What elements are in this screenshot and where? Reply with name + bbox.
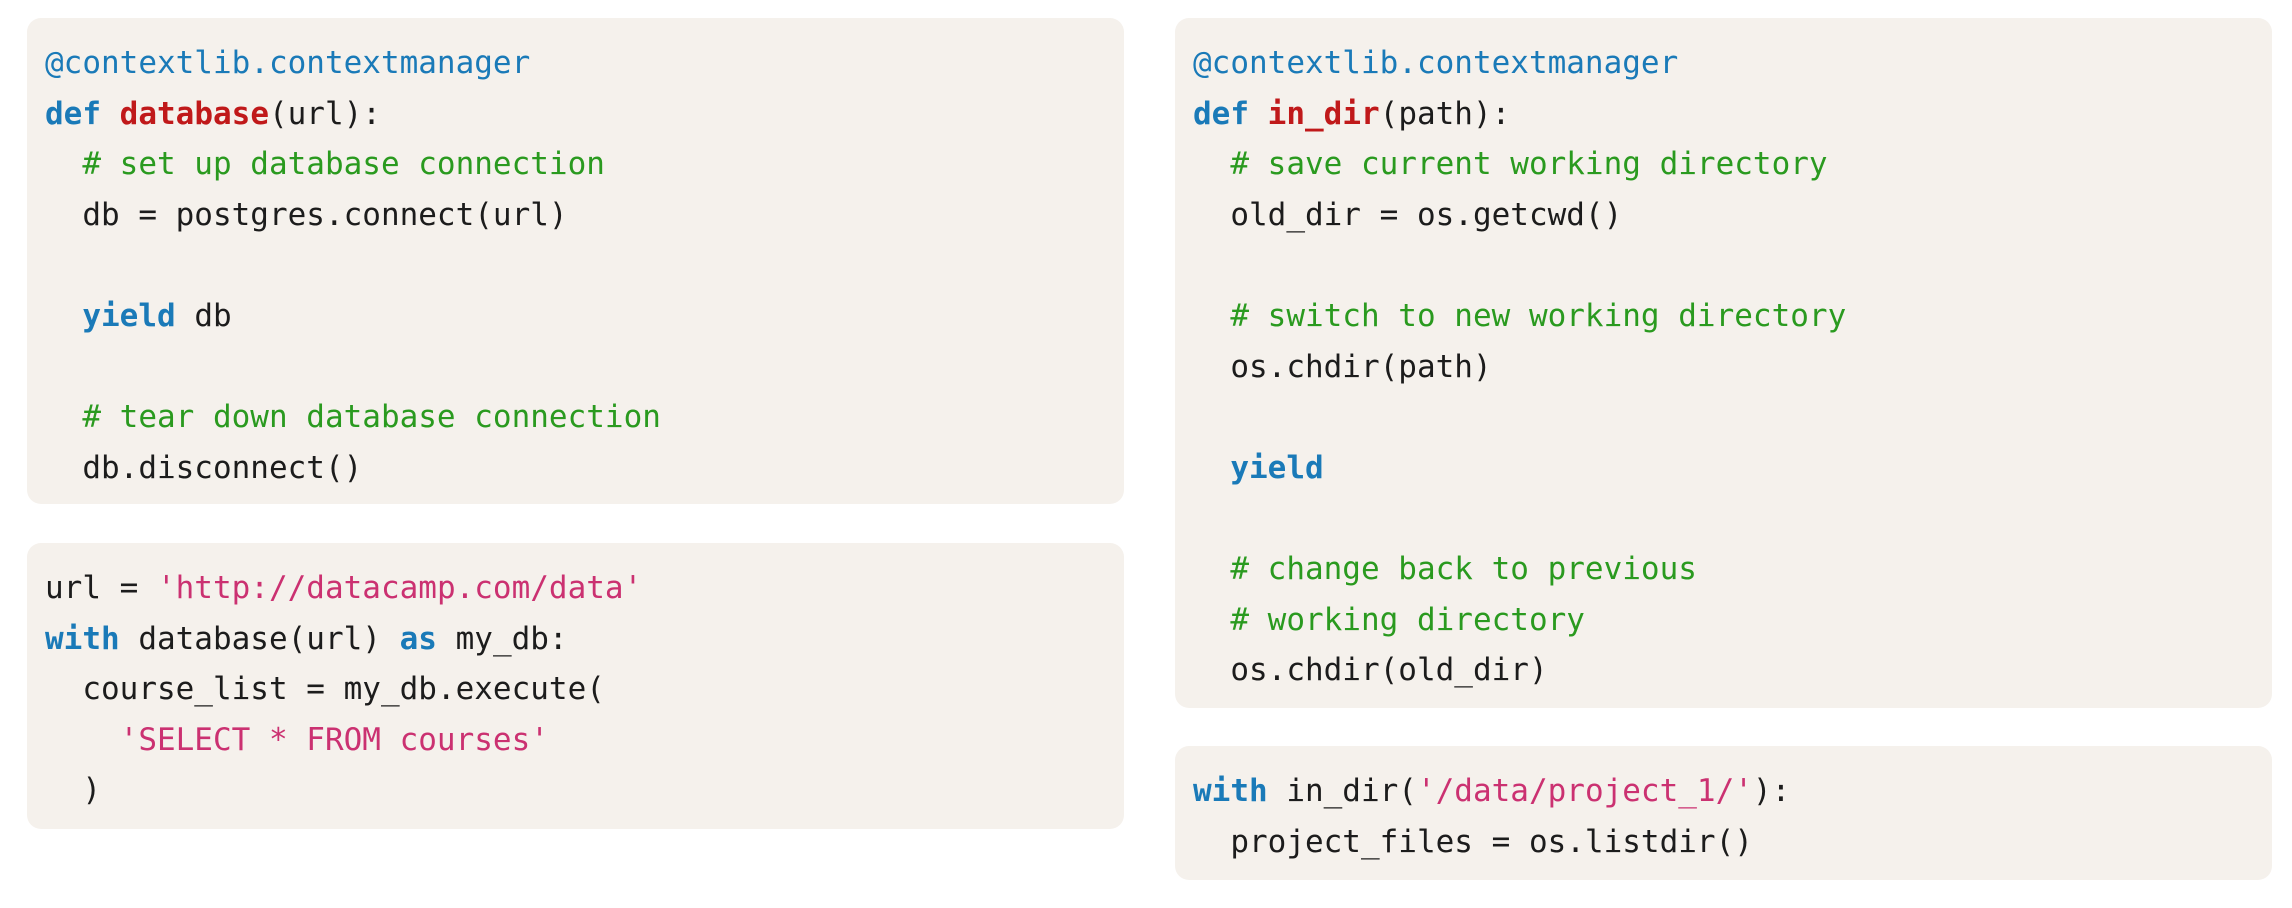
code-text-token: db.disconnect() bbox=[45, 449, 363, 486]
code-line: course_list = my_db.execute( bbox=[45, 664, 1106, 715]
code-line: os.chdir(path) bbox=[1193, 342, 2254, 393]
code-line: db.disconnect() bbox=[45, 443, 1106, 494]
code-line: # save current working directory bbox=[1193, 139, 2254, 190]
code-line: with in_dir('/data/project_1/'): bbox=[1193, 766, 2254, 817]
code-text-token: database(url) bbox=[119, 620, 400, 657]
code-text-token: (url): bbox=[268, 95, 381, 132]
code-line: os.chdir(old_dir) bbox=[1193, 645, 2254, 696]
code-line: url = 'http://datacamp.com/data' bbox=[45, 563, 1106, 614]
code-text-token: in_dir( bbox=[1267, 773, 1417, 809]
string-literal-token: 'http://datacamp.com/data' bbox=[156, 570, 643, 606]
code-line: # working directory bbox=[1193, 595, 2254, 646]
decorator-token: @contextlib.contextmanager bbox=[1193, 45, 1679, 81]
keyword-token: with bbox=[1193, 773, 1268, 809]
code-block-in-dir-usage: with in_dir('/data/project_1/'): project… bbox=[1175, 746, 2272, 880]
code-text-token: db bbox=[175, 297, 232, 334]
string-literal-token: 'SELECT * FROM courses' bbox=[119, 721, 549, 758]
code-line: yield db bbox=[45, 291, 1106, 342]
code-line: 'SELECT * FROM courses' bbox=[45, 715, 1106, 766]
code-line: # switch to new working directory bbox=[1193, 291, 2254, 342]
code-line: @contextlib.contextmanager bbox=[1193, 38, 2254, 89]
code-text-token: project_files = os.listdir() bbox=[1193, 823, 1753, 860]
keyword-token: yield bbox=[82, 297, 176, 334]
comment-token: # switch to new working directory bbox=[1230, 297, 1847, 334]
code-text-token: os.chdir(old_dir) bbox=[1193, 652, 1548, 689]
code-line: with database(url) as my_db: bbox=[45, 614, 1106, 665]
code-text-token: course_list = my_db.execute( bbox=[45, 671, 605, 708]
code-text-token: old_dir = os.getcwd() bbox=[1193, 196, 1623, 233]
decorator-token: @contextlib.contextmanager bbox=[45, 45, 531, 81]
function-name-token: in_dir bbox=[1267, 95, 1380, 132]
keyword-token: def bbox=[1193, 95, 1249, 132]
comment-token: # save current working directory bbox=[1230, 146, 1828, 183]
string-literal-token: '/data/project_1/' bbox=[1416, 773, 1753, 809]
code-line: @contextlib.contextmanager bbox=[45, 38, 1106, 89]
keyword-token: as bbox=[399, 620, 437, 657]
keyword-token: def bbox=[45, 95, 101, 132]
comment-token: # working directory bbox=[1230, 601, 1585, 638]
comment-token: # change back to previous bbox=[1230, 550, 1697, 587]
function-name-token: database bbox=[119, 95, 269, 132]
code-text-token: my_db: bbox=[436, 620, 568, 657]
keyword-token: with bbox=[45, 620, 120, 657]
code-line: project_files = os.listdir() bbox=[1193, 817, 2254, 868]
code-text-token: ): bbox=[1752, 773, 1791, 809]
code-block-in-dir-contextmanager: @contextlib.contextmanager def in_dir(pat… bbox=[1175, 18, 2272, 708]
keyword-token: yield bbox=[1230, 449, 1324, 486]
code-text-token: os.chdir(path) bbox=[1193, 348, 1492, 385]
code-line: old_dir = os.getcwd() bbox=[1193, 190, 2254, 241]
code-block-database-contextmanager: @contextlib.contextmanager def database(u… bbox=[27, 18, 1124, 504]
code-line: # change back to previous bbox=[1193, 544, 2254, 595]
code-text-token: (path): bbox=[1379, 95, 1511, 132]
code-text-token: url = bbox=[45, 570, 157, 606]
comment-token: # set up database connection bbox=[82, 146, 605, 183]
code-line: yield bbox=[1193, 443, 2254, 494]
code-text-token: db = postgres.connect(url) bbox=[45, 196, 568, 233]
code-line: def database(url): bbox=[45, 89, 1106, 140]
code-block-database-usage: url = 'http://datacamp.com/data' with dat… bbox=[27, 543, 1124, 829]
code-line: # set up database connection bbox=[45, 139, 1106, 190]
code-line: def in_dir(path): bbox=[1193, 89, 2254, 140]
code-line: # tear down database connection bbox=[45, 392, 1106, 443]
comment-token: # tear down database connection bbox=[82, 399, 661, 436]
code-line: ) bbox=[45, 765, 1106, 816]
code-text-token: ) bbox=[45, 772, 101, 809]
code-line: db = postgres.connect(url) bbox=[45, 190, 1106, 241]
